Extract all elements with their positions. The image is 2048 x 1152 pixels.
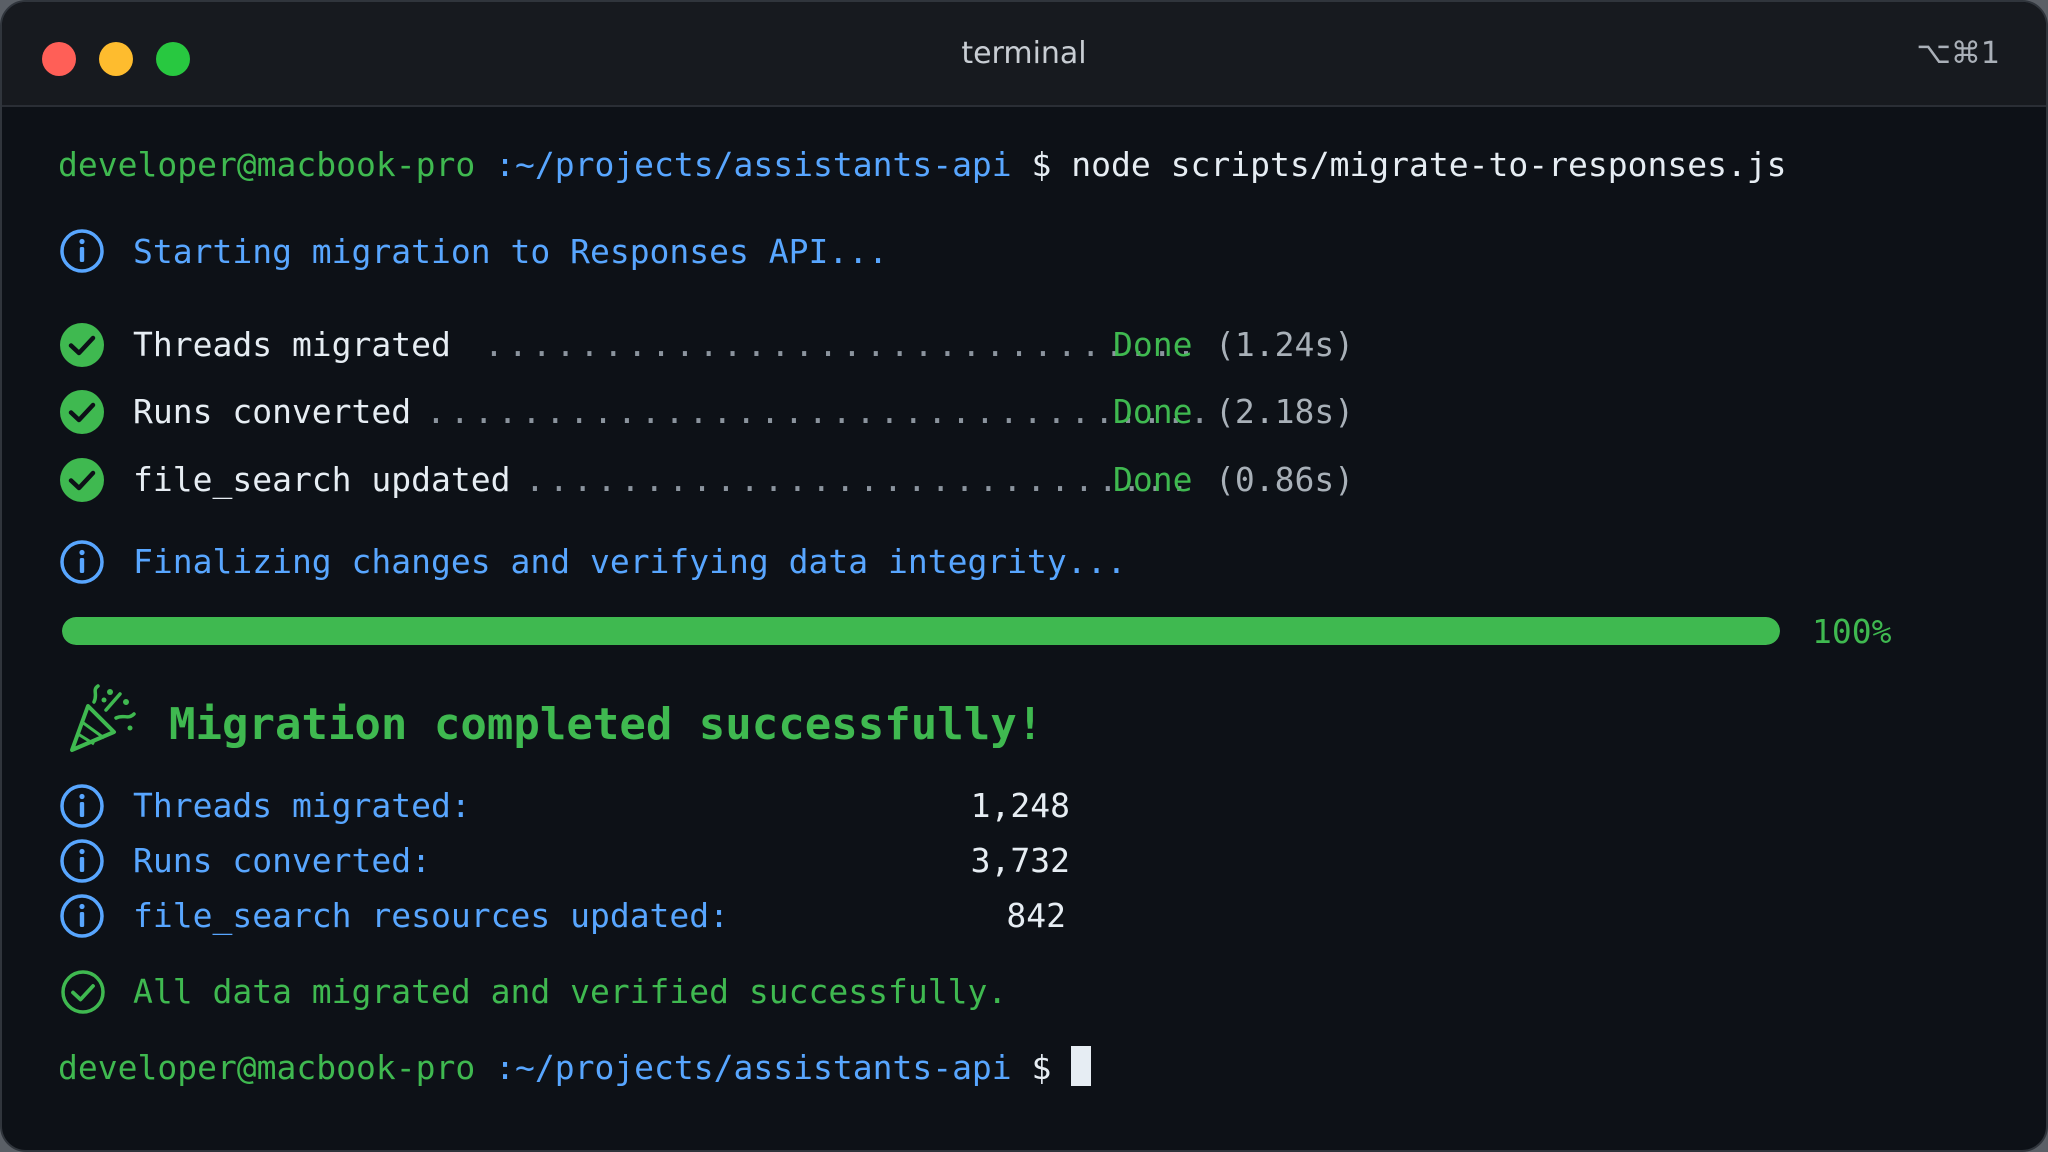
prompt-line[interactable]: developer@macbook-pro :~/projects/assist… <box>58 1046 1092 1087</box>
step-label: Threads migrated <box>133 325 451 364</box>
window-shortcut: ⌥⌘1 <box>1916 36 2000 71</box>
step-label: file_search updated <box>133 460 511 499</box>
step-dots: .............................. <box>484 325 1201 364</box>
step-time: (0.86s) <box>1215 460 1355 499</box>
check-circle-icon <box>59 457 105 503</box>
info-circle-icon <box>59 783 105 829</box>
prompt-path: :~/projects/assistants-api <box>495 1048 1012 1087</box>
step-status: Done <box>1113 460 1193 499</box>
stat-label: Threads migrated: <box>133 786 471 825</box>
info-circle-icon <box>59 228 105 274</box>
text-cursor[interactable] <box>1071 1046 1092 1086</box>
window-title: terminal <box>961 36 1087 71</box>
prompt-user-host: developer@macbook-pro <box>58 1048 476 1087</box>
stat-value: 1,248 <box>970 786 1070 825</box>
info-circle-icon <box>59 893 105 939</box>
start-message: Starting migration to Responses API... <box>133 232 888 271</box>
party-popper-icon <box>64 684 136 756</box>
check-circle-outline-icon <box>60 969 106 1015</box>
progress-percent: 100% <box>1812 612 1892 651</box>
step-time: (1.24s) <box>1215 325 1355 364</box>
progress-fill <box>62 617 1780 645</box>
check-circle-icon <box>59 389 105 435</box>
finalizing-message: Finalizing changes and verifying data in… <box>133 542 1127 581</box>
info-circle-icon <box>59 838 105 884</box>
terminal-window: terminal ⌥⌘1 developer@macbook-pro :~/pr… <box>0 0 2048 1152</box>
prompt-symbol: $ <box>1031 1048 1052 1087</box>
prompt-symbol: $ <box>1031 145 1052 184</box>
step-time: (2.18s) <box>1215 392 1355 431</box>
step-status: Done <box>1113 325 1193 364</box>
step-status: Done <box>1113 392 1193 431</box>
final-message: All data migrated and verified successfu… <box>133 972 1008 1011</box>
stat-value: 842 <box>1006 896 1066 935</box>
step-dots: ................................. <box>426 392 1214 431</box>
step-label: Runs converted <box>133 392 412 431</box>
prompt-user-host: developer@macbook-pro <box>58 145 476 184</box>
info-circle-icon <box>59 539 105 585</box>
command-line: developer@macbook-pro :~/projects/assist… <box>58 145 1787 184</box>
title-bar: terminal ⌥⌘1 <box>2 2 2046 107</box>
stat-value: 3,732 <box>970 841 1070 880</box>
success-title: Migration completed successfully! <box>169 699 1044 750</box>
stat-label: Runs converted: <box>133 841 432 880</box>
stat-label: file_search resources updated: <box>133 896 730 935</box>
step-dots: ............................ <box>525 460 1194 499</box>
progress-bar <box>62 617 1780 645</box>
prompt-path: :~/projects/assistants-api <box>495 145 1012 184</box>
check-circle-icon <box>59 322 105 368</box>
command-text: node scripts/migrate-to-responses.js <box>1071 145 1787 184</box>
